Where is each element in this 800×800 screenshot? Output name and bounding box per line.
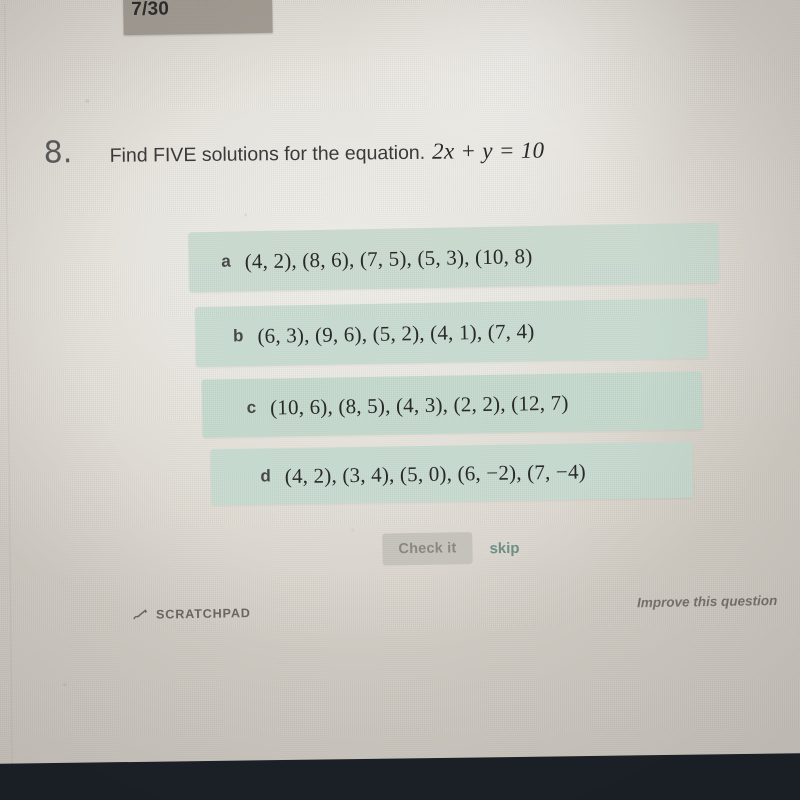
option-text: (4, 2), (3, 4), (5, 0), (6, −2), (7, −4) bbox=[284, 458, 587, 488]
scratchpad-label: SCRATCHPAD bbox=[155, 606, 251, 622]
answer-options: a (4, 2), (8, 6), (7, 5), (5, 3), (10, 8… bbox=[0, 0, 800, 800]
option-text: (10, 6), (8, 5), (4, 3), (2, 2), (12, 7) bbox=[269, 390, 569, 420]
answer-option-c[interactable]: c (10, 6), (8, 5), (4, 3), (2, 2), (12, … bbox=[201, 371, 703, 438]
answer-option-a[interactable]: a (4, 2), (8, 6), (7, 5), (5, 3), (10, 8… bbox=[188, 222, 720, 293]
dust-speck bbox=[244, 213, 248, 217]
dust-speck bbox=[85, 99, 90, 104]
screen-surface: 7/30 8. Find FIVE solutions for the equa… bbox=[0, 0, 800, 800]
answer-option-d[interactable]: d (4, 2), (3, 4), (5, 0), (6, −2), (7, −… bbox=[210, 441, 694, 506]
squiggle-pencil-icon bbox=[133, 609, 148, 619]
improve-question-link[interactable]: Improve this question bbox=[637, 593, 778, 610]
dust-speck bbox=[62, 683, 67, 687]
check-it-button[interactable]: Check it bbox=[382, 532, 473, 566]
option-text: (6, 3), (9, 6), (5, 2), (4, 1), (7, 4) bbox=[257, 318, 535, 348]
option-text: (4, 2), (8, 6), (7, 5), (5, 3), (10, 8) bbox=[244, 243, 533, 273]
dust-speck bbox=[351, 528, 355, 532]
skip-link[interactable]: skip bbox=[489, 540, 519, 557]
answer-option-b[interactable]: b (6, 3), (9, 6), (5, 2), (4, 1), (7, 4) bbox=[194, 298, 708, 368]
option-letter: a bbox=[221, 251, 231, 271]
scratchpad-button[interactable]: SCRATCHPAD bbox=[133, 606, 251, 622]
photographed-screen: 7/30 8. Find FIVE solutions for the equa… bbox=[0, 0, 800, 800]
option-letter: b bbox=[232, 326, 244, 346]
quiz-page: 7/30 8. Find FIVE solutions for the equa… bbox=[0, 0, 800, 800]
option-letter: c bbox=[246, 397, 257, 417]
option-letter: d bbox=[260, 466, 271, 486]
